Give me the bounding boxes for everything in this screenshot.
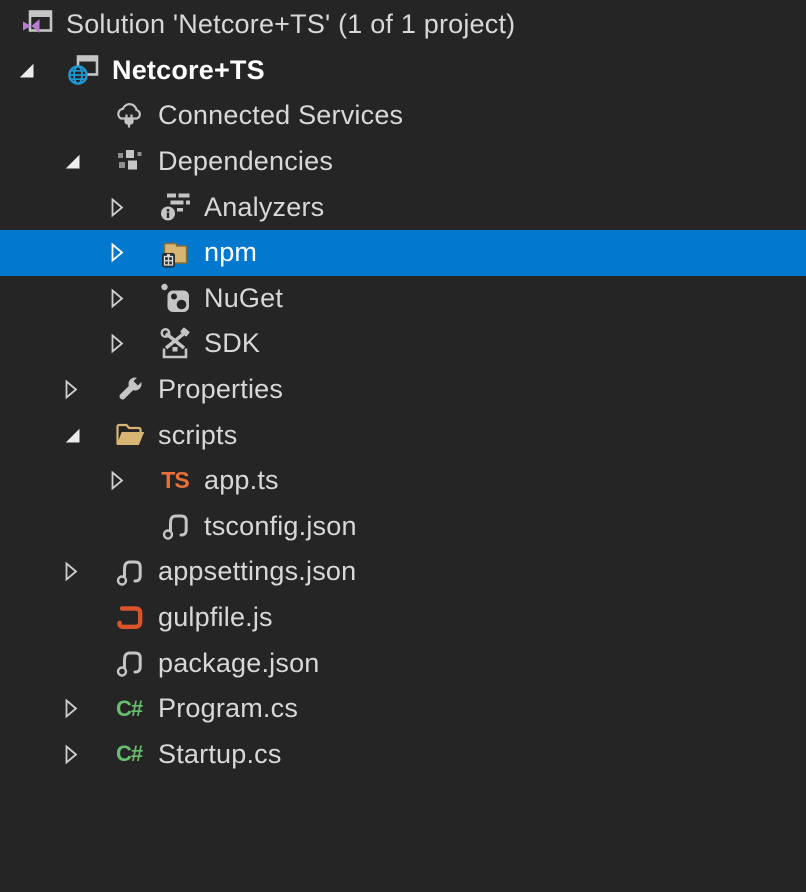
tree-item-label: app.ts — [204, 465, 279, 496]
tree-item-scripts[interactable]: scripts — [0, 412, 806, 458]
tree-item-startup-cs[interactable]: C# Startup.cs — [0, 732, 806, 778]
properties-wrench-icon — [112, 373, 146, 407]
tree-item-dependencies[interactable]: Dependencies — [0, 139, 806, 185]
tree-item-label: gulpfile.js — [158, 602, 273, 633]
collapse-arrow[interactable] — [64, 424, 112, 446]
nuget-icon — [158, 281, 192, 315]
analyzers-icon — [158, 190, 192, 224]
tree-item-label: Analyzers — [204, 192, 324, 223]
expand-arrow[interactable] — [64, 561, 112, 583]
solution-icon — [20, 8, 54, 42]
tree-item-nuget[interactable]: NuGet — [0, 276, 806, 322]
typescript-file-icon: TS — [158, 464, 192, 498]
tree-item-label: Solution 'Netcore+TS' (1 of 1 project) — [66, 9, 515, 40]
collapse-arrow[interactable] — [18, 59, 66, 81]
tree-item-label: SDK — [204, 328, 260, 359]
tree-item-label: npm — [204, 237, 257, 268]
tree-item-label: Properties — [158, 374, 283, 405]
tree-item-properties[interactable]: Properties — [0, 367, 806, 413]
tree-item-label: Dependencies — [158, 146, 333, 177]
expand-arrow[interactable] — [110, 287, 158, 309]
tree-item-label: NuGet — [204, 283, 283, 314]
expand-arrow[interactable] — [64, 379, 112, 401]
tree-item-label: tsconfig.json — [204, 511, 357, 542]
tree-item-netcore-ts[interactable]: Netcore+TS — [0, 48, 806, 94]
csharp-file-icon: C# — [112, 737, 146, 771]
tree-item-program-cs[interactable]: C# Program.cs — [0, 686, 806, 732]
dependencies-icon — [112, 145, 146, 179]
tree-item-tsconfig-json[interactable]: tsconfig.json — [0, 504, 806, 550]
expand-arrow[interactable] — [110, 242, 158, 264]
csharp-file-icon: C# — [112, 692, 146, 726]
tree-item-label: scripts — [158, 420, 237, 451]
expand-arrow[interactable] — [64, 698, 112, 720]
collapse-arrow[interactable] — [64, 151, 112, 173]
tree-item-app-ts[interactable]: TS app.ts — [0, 458, 806, 504]
tree-item-label: Startup.cs — [158, 739, 282, 770]
tree-item-npm[interactable]: npm — [0, 230, 806, 276]
tree-item-label: Netcore+TS — [112, 55, 265, 86]
tree-item-label: appsettings.json — [158, 556, 356, 587]
tree-item-analyzers[interactable]: Analyzers — [0, 184, 806, 230]
solution-explorer-tree: Solution 'Netcore+TS' (1 of 1 project) N… — [0, 0, 806, 777]
npm-folder-icon — [158, 236, 192, 270]
json-file-icon — [112, 646, 146, 680]
tree-item-appsettings-json[interactable]: appsettings.json — [0, 549, 806, 595]
expand-arrow[interactable] — [110, 333, 158, 355]
tree-item-sdk[interactable]: SDK — [0, 321, 806, 367]
web-project-icon — [66, 53, 100, 87]
tree-item-label: Program.cs — [158, 693, 298, 724]
tree-item-label: package.json — [158, 648, 320, 679]
connected-services-icon — [112, 99, 146, 133]
open-folder-icon — [112, 418, 146, 452]
sdk-icon — [158, 327, 192, 361]
json-file-icon — [158, 509, 192, 543]
tree-item-gulpfile-js[interactable]: gulpfile.js — [0, 595, 806, 641]
js-file-icon — [112, 601, 146, 635]
tree-item-label: Connected Services — [158, 100, 403, 131]
tree-item-solution-netcore-ts-1-of-1-project[interactable]: Solution 'Netcore+TS' (1 of 1 project) — [0, 2, 806, 48]
expand-arrow[interactable] — [64, 743, 112, 765]
expand-arrow[interactable] — [110, 470, 158, 492]
tree-item-connected-services[interactable]: Connected Services — [0, 93, 806, 139]
tree-item-package-json[interactable]: package.json — [0, 640, 806, 686]
expand-arrow[interactable] — [110, 196, 158, 218]
json-file-icon — [112, 555, 146, 589]
